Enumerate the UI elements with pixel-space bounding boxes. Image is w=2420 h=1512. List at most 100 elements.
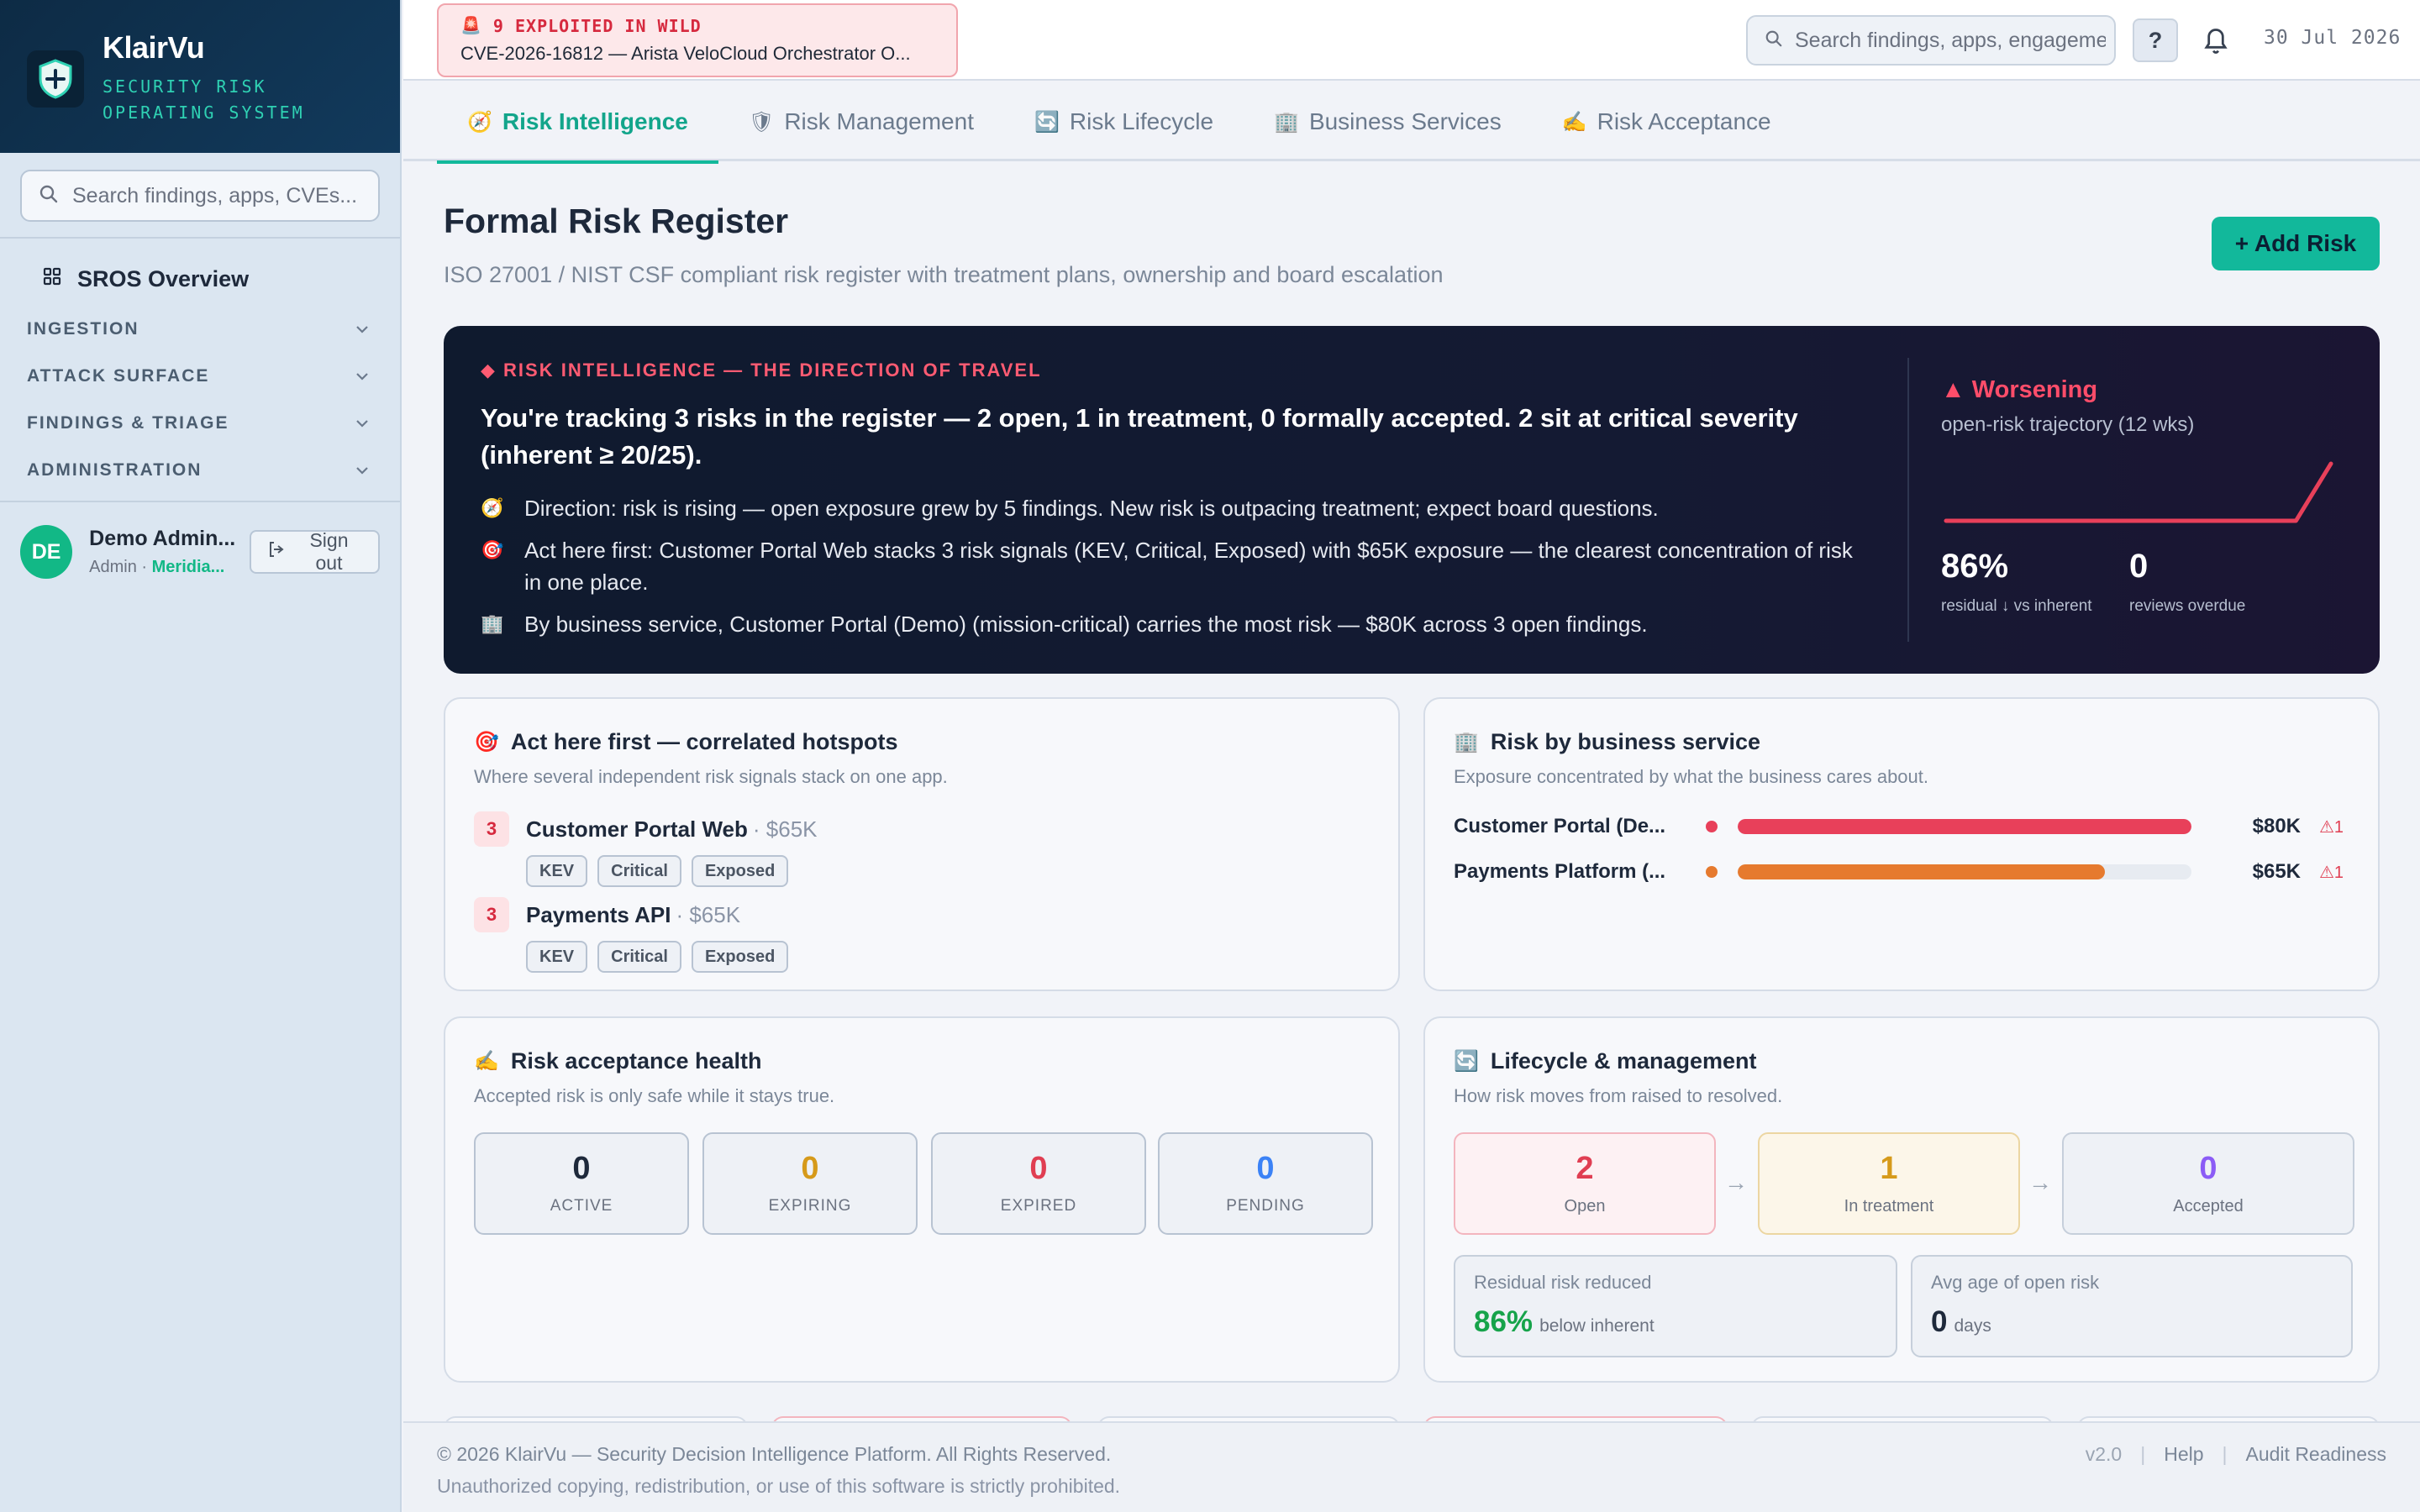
intel-bullet-text: Direction: risk is rising — open exposur… bbox=[524, 496, 1659, 521]
residual-stat: 86% residual ↓ vs inherent bbox=[1941, 548, 2092, 616]
avatar[interactable]: DE bbox=[20, 525, 73, 579]
sidebar-search[interactable] bbox=[20, 170, 380, 222]
sign-out-button[interactable]: Sign out bbox=[249, 529, 380, 574]
metric-unit: days bbox=[1954, 1316, 1991, 1336]
sidebar-group-findings-triage[interactable]: FINDINGS & TRIAGE bbox=[0, 400, 400, 447]
signal-tag: Exposed bbox=[691, 941, 789, 973]
severity-dot bbox=[1706, 821, 1718, 832]
metric-value: 0 bbox=[1931, 1305, 1948, 1338]
shield-plus-icon[interactable] bbox=[27, 50, 84, 108]
hotspot-app-name: Payments API bbox=[526, 901, 671, 927]
stage-in-treatment[interactable]: 1 In treatment bbox=[1758, 1132, 2020, 1235]
help-button[interactable]: ? bbox=[2133, 18, 2178, 62]
acceptance-active[interactable]: 0 ACTIVE bbox=[474, 1132, 689, 1235]
exposure-bar-fill bbox=[1738, 819, 2191, 834]
business-service-card: 🏢 Risk by business service Exposure conc… bbox=[1423, 697, 2380, 991]
tab-risk-lifecycle[interactable]: 🔄 Risk Lifecycle bbox=[1004, 82, 1244, 161]
sidebar-group-label: ATTACK SURFACE bbox=[27, 366, 210, 386]
hotspot-item[interactable]: 3 Payments API · $65K KEV Critical Expos… bbox=[474, 897, 798, 973]
signal-count-badge: 3 bbox=[474, 897, 509, 932]
hotspot-exposure: · $65K bbox=[676, 901, 741, 927]
kev-alert-banner[interactable]: 🚨 9 EXPLOITED IN WILD CVE-2026-16812 — A… bbox=[437, 3, 958, 77]
sidebar-item-overview[interactable]: SROS Overview bbox=[42, 262, 400, 296]
tab-risk-acceptance[interactable]: ✍️ Risk Acceptance bbox=[1532, 82, 1802, 161]
card-subtitle: Exposure concentrated by what the busine… bbox=[1454, 766, 1929, 787]
divider bbox=[1907, 358, 1909, 642]
add-risk-button[interactable]: + Add Risk bbox=[2212, 217, 2380, 270]
sidebar-group-attack-surface[interactable]: ATTACK SURFACE bbox=[0, 353, 400, 400]
tab-business-services[interactable]: 🏢 Business Services bbox=[1244, 82, 1532, 161]
stage-label: Open bbox=[1564, 1197, 1606, 1215]
acceptance-count: 0 bbox=[572, 1151, 591, 1186]
arrow-right-icon: → bbox=[1724, 1169, 1748, 1195]
trajectory-label: open-risk trajectory (12 wks) bbox=[1941, 413, 2195, 436]
building-icon: 🏢 bbox=[1454, 731, 1479, 753]
sidebar-group-ingestion[interactable]: INGESTION bbox=[0, 306, 400, 353]
sign-out-label: Sign out bbox=[309, 529, 349, 574]
intel-bullet-text: By business service, Customer Portal (De… bbox=[524, 612, 1648, 637]
hotspot-item[interactable]: 3 Customer Portal Web · $65K KEV Critica… bbox=[474, 811, 818, 887]
trajectory-sparkline bbox=[1944, 461, 2333, 523]
service-name: Payments Platform (... bbox=[1454, 860, 1666, 883]
intel-bullet-direction: 🧭 Direction: risk is rising — open expos… bbox=[481, 492, 1859, 524]
service-row[interactable]: Customer Portal (De... $80K ⚠1 bbox=[1454, 810, 2353, 843]
target-icon: 🎯 bbox=[481, 539, 504, 560]
intel-headline: You're tracking 3 risks in the register … bbox=[481, 403, 1798, 470]
signal-tag: Critical bbox=[597, 941, 681, 973]
brand-name: KlairVu bbox=[103, 30, 205, 65]
separator: | bbox=[2222, 1443, 2228, 1465]
hotspot-app-name: Customer Portal Web bbox=[526, 816, 748, 842]
tab-label: Business Services bbox=[1308, 108, 1502, 134]
tab-label: Risk Lifecycle bbox=[1069, 108, 1214, 134]
card-title: 🎯 Act here first — correlated hotspots bbox=[474, 729, 898, 755]
user-role-label: Admin bbox=[89, 558, 137, 576]
residual-label: residual ↓ vs inherent bbox=[1941, 597, 2092, 615]
exposure-bar-fill bbox=[1738, 864, 2106, 879]
acceptance-pending[interactable]: 0 PENDING bbox=[1158, 1132, 1373, 1235]
alert-cve: CVE-2026-16812 — Arista VeloCloud Orches… bbox=[460, 43, 911, 64]
tab-risk-management[interactable]: 🛡 Risk Management bbox=[718, 82, 1004, 161]
metric-unit: below inherent bbox=[1539, 1316, 1655, 1336]
risk-intelligence-panel: ◆ RISK INTELLIGENCE — THE DIRECTION OF T… bbox=[444, 326, 2380, 674]
overdue-value: 0 bbox=[2129, 548, 2149, 585]
global-search[interactable] bbox=[1746, 15, 2116, 66]
stage-count: 0 bbox=[2199, 1151, 2217, 1186]
stage-accepted[interactable]: 0 Accepted bbox=[2062, 1132, 2354, 1235]
signal-tag: Critical bbox=[597, 855, 681, 887]
service-exposure: $65K bbox=[2252, 860, 2301, 883]
overdue-label: reviews overdue bbox=[2129, 597, 2246, 615]
intel-bullet-business-service: 🏢 By business service, Customer Portal (… bbox=[481, 608, 1859, 640]
arrow-right-icon: → bbox=[2028, 1169, 2052, 1195]
global-search-input[interactable] bbox=[1795, 28, 2106, 53]
copyright: © 2026 KlairVu — Security Decision Intel… bbox=[437, 1443, 1112, 1465]
help-link[interactable]: Help bbox=[2164, 1443, 2203, 1466]
user-org: Meridia... bbox=[151, 558, 225, 576]
bell-icon[interactable] bbox=[2202, 25, 2230, 60]
acceptance-expiring[interactable]: 0 EXPIRING bbox=[702, 1132, 918, 1235]
overdue-stat: 0 reviews overdue bbox=[2129, 548, 2245, 616]
alert-title: 9 EXPLOITED IN WILD bbox=[492, 15, 702, 36]
writing-hand-icon: ✍️ bbox=[474, 1050, 499, 1073]
stage-open[interactable]: 2 Open bbox=[1454, 1132, 1716, 1235]
grid-icon bbox=[42, 266, 62, 292]
acceptance-label: EXPIRED bbox=[1000, 1197, 1077, 1215]
hotspots-card: 🎯 Act here first — correlated hotspots W… bbox=[444, 697, 1400, 991]
target-icon: 🎯 bbox=[474, 731, 499, 753]
audit-readiness-link[interactable]: Audit Readiness bbox=[2246, 1443, 2387, 1466]
page-subtitle: ISO 27001 / NIST CSF compliant risk regi… bbox=[444, 262, 1444, 287]
sidebar-search-input[interactable] bbox=[72, 183, 375, 208]
current-date: 30 Jul 2026 bbox=[2264, 27, 2402, 49]
card-title-text: Risk acceptance health bbox=[510, 1048, 762, 1074]
brand-tagline: SECURITY RISK OPERATING SYSTEM bbox=[103, 76, 305, 123]
service-row[interactable]: Payments Platform (... $65K ⚠1 bbox=[1454, 855, 2353, 889]
tab-label: Risk Intelligence bbox=[502, 108, 688, 134]
hotspot-exposure: · $65K bbox=[752, 816, 818, 842]
acceptance-expired[interactable]: 0 EXPIRED bbox=[931, 1132, 1146, 1235]
intel-kicker: ◆ RISK INTELLIGENCE — THE DIRECTION OF T… bbox=[481, 360, 1042, 381]
acceptance-label: ACTIVE bbox=[550, 1197, 613, 1215]
signal-tag: Exposed bbox=[691, 855, 789, 887]
tab-risk-intelligence[interactable]: 🧭 Risk Intelligence bbox=[437, 82, 718, 164]
sidebar-group-administration[interactable]: ADMINISTRATION bbox=[0, 447, 400, 494]
intel-bullet-act-first: 🎯 Act here first: Customer Portal Web st… bbox=[481, 534, 1859, 598]
search-icon bbox=[1765, 29, 1783, 52]
